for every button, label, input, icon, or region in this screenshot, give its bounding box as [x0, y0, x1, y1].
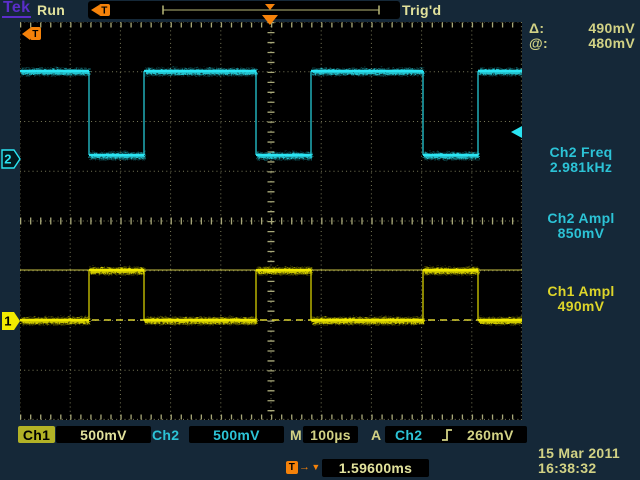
measurement-label: Ch2 Ampl — [547, 210, 614, 226]
ch1-scale-readout: 500mV — [56, 426, 151, 443]
measurement-ch2-freq: Ch2 Freq 2.981kHz — [522, 145, 640, 175]
measurement-value: 2.981kHz — [550, 159, 612, 175]
trigger-status: Trig'd — [402, 2, 441, 18]
right-arrow-icon: → — [299, 461, 310, 474]
ch2-scale-readout: 500mV — [189, 426, 284, 443]
cursor-delta-readout: Δ: 490mV — [529, 21, 635, 36]
datetime-readout: 15 Mar 2011 16:38:32 — [538, 446, 620, 476]
trigger-t-icon: T — [91, 4, 110, 17]
waveform-display: T — [20, 22, 522, 420]
channel-1-marker: 1 — [1, 311, 21, 331]
channel-2-marker: 2 — [1, 149, 21, 169]
measurement-value: 490mV — [558, 298, 605, 314]
rising-edge-icon — [441, 428, 453, 442]
trigger-mode-label: A — [371, 427, 381, 443]
svg-text:1: 1 — [4, 314, 12, 329]
svg-text:T: T — [32, 29, 38, 40]
measurement-label: Ch1 Ampl — [547, 283, 614, 299]
oscilloscope-screen: Tek Run T Trig'd T — [0, 0, 640, 480]
graticule: T — [20, 22, 522, 420]
trigger-source: Ch2 — [395, 427, 422, 443]
delay-marker: T → ▼ — [286, 461, 321, 474]
down-triangle-icon: ▼ — [311, 461, 320, 474]
at-label: @: — [529, 36, 548, 51]
svg-text:2: 2 — [4, 152, 12, 167]
trigger-position-marker-icon — [265, 4, 275, 10]
cursor-at-readout: @: 480mV — [529, 36, 635, 51]
at-value: 480mV — [588, 36, 635, 51]
measurement-ch1-ampl: Ch1 Ampl 490mV — [522, 284, 640, 314]
trigger-position-bar: T — [88, 1, 400, 19]
timebase-readout: 100µs — [303, 426, 358, 443]
delta-label: Δ: — [529, 21, 544, 36]
svg-text:T: T — [101, 6, 107, 17]
trigger-point-icon: T — [22, 27, 41, 40]
delay-readout: 1.59600ms — [322, 459, 429, 477]
trigger-position-arrow-icon — [262, 15, 278, 25]
time-readout: 16:38:32 — [538, 460, 596, 476]
delay-t-icon: T — [286, 461, 298, 474]
tek-logo: Tek — [2, 0, 31, 18]
measurement-label: Ch2 Freq — [549, 144, 612, 160]
trigger-readout: Ch2 260mV — [385, 426, 527, 443]
timebase-label: M — [290, 427, 302, 443]
delta-value: 490mV — [588, 21, 635, 36]
measurement-ch2-ampl: Ch2 Ampl 850mV — [522, 211, 640, 241]
trigger-level: 260mV — [467, 427, 514, 443]
ch2-label: Ch2 — [152, 427, 179, 443]
trigger-level-arrow-icon — [511, 126, 522, 138]
acquisition-status: Run — [37, 2, 65, 18]
measurement-value: 850mV — [558, 225, 605, 241]
date-readout: 15 Mar 2011 — [538, 445, 620, 461]
trigger-position-box: T — [88, 1, 400, 19]
ch1-badge: Ch1 — [18, 426, 55, 443]
